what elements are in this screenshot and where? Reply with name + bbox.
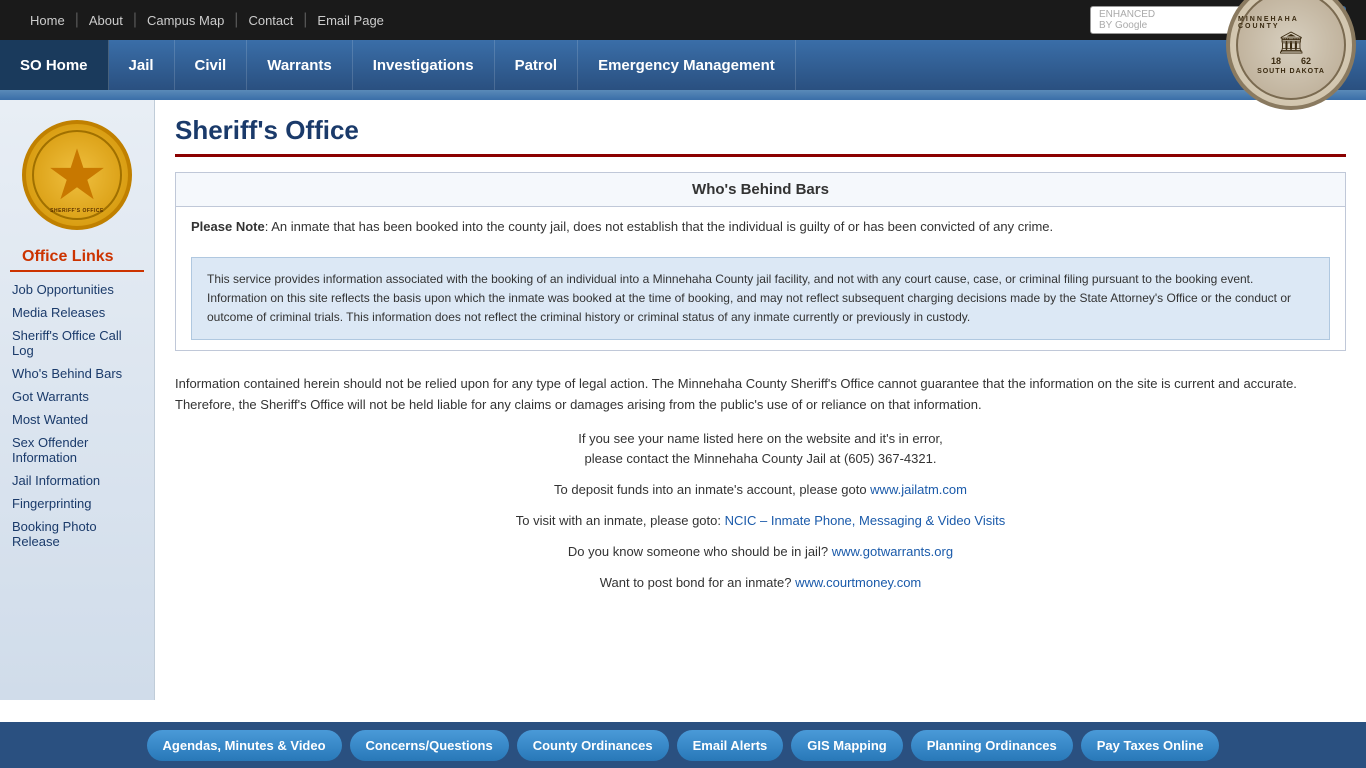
nav-investigations[interactable]: Investigations [353,40,495,90]
office-links-title: Office Links [10,240,144,272]
bond-text: Want to post bond for an inmate? [600,575,795,590]
deposit-line: To deposit funds into an inmate's accoun… [175,475,1346,506]
sidebar-media-releases[interactable]: Media Releases [0,301,154,324]
footer-county-ordinances[interactable]: County Ordinances [517,730,669,761]
warrant-link[interactable]: www.gotwarrants.org [832,544,953,559]
sheriff-badge-logo: ★ SHERIFF'S OFFICE [0,110,154,240]
nav-so-home[interactable]: SO Home [0,40,109,90]
header-accent [0,90,1366,100]
footer-planning-ordinances[interactable]: Planning Ordinances [911,730,1073,761]
seal-bottom-text: SOUTH DAKOTA [1257,68,1325,75]
error-contact-line: If you see your name listed here on the … [175,424,1346,476]
page-title: Sheriff's Office [175,115,1346,157]
visit-text: To visit with an inmate, please goto: [516,513,725,528]
sidebar-job-opportunities[interactable]: Job Opportunities [0,278,154,301]
footer-agendas[interactable]: Agendas, Minutes & Video [147,730,342,761]
main-content: ★ SHERIFF'S OFFICE Office Links Job Oppo… [0,100,1366,700]
footer-pay-taxes[interactable]: Pay Taxes Online [1081,730,1220,761]
nav-patrol[interactable]: Patrol [495,40,579,90]
error-line1: If you see your name listed here on the … [578,431,943,446]
sidebar-whos-behind-bars[interactable]: Who's Behind Bars [0,362,154,385]
sidebar-call-log[interactable]: Sheriff's Office Call Log [0,324,154,362]
whos-behind-bars-section: Who's Behind Bars Please Note: An inmate… [175,172,1346,351]
nav-civil[interactable]: Civil [175,40,248,90]
sidebar-jail-info[interactable]: Jail Information [0,469,154,492]
home-link[interactable]: Home [20,13,75,28]
visit-link[interactable]: NCIC – Inmate Phone, Messaging & Video V… [725,513,1006,528]
sidebar-got-warrants[interactable]: Got Warrants [0,385,154,408]
top-bar: Home | About | Campus Map | Contact | Em… [0,0,1366,40]
footer-concerns[interactable]: Concerns/Questions [350,730,509,761]
nav-emergency-management[interactable]: Emergency Management [578,40,796,90]
star-icon: ★ [46,140,109,210]
warrant-text: Do you know someone who should be in jai… [568,544,832,559]
nav-jail[interactable]: Jail [109,40,175,90]
bond-line: Want to post bond for an inmate? www.cou… [175,568,1346,599]
note-text: : An inmate that has been booked into th… [265,219,1053,234]
error-line2: please contact the Minnehaha County Jail… [585,451,937,466]
sidebar-sex-offender[interactable]: Sex Offender Information [0,431,154,469]
about-link[interactable]: About [79,13,133,28]
top-navigation: Home | About | Campus Map | Contact | Em… [20,11,394,29]
nav-warrants[interactable]: Warrants [247,40,352,90]
warrant-line: Do you know someone who should be in jai… [175,537,1346,568]
footer-gis-mapping[interactable]: GIS Mapping [791,730,902,761]
seal-top-text: MINNEHAHA COUNTY [1238,16,1344,30]
footer-bar: Agendas, Minutes & Video Concerns/Questi… [0,722,1366,768]
info-paragraph: Information contained herein should not … [175,366,1346,424]
wbb-heading: Who's Behind Bars [176,173,1345,207]
seal-building-icon: 🏛 [1277,30,1305,56]
contact-link[interactable]: Contact [238,13,303,28]
deposit-text: To deposit funds into an inmate's accoun… [554,482,870,497]
note-label: Please Note [191,219,265,234]
seal-years: 18 62 [1271,56,1311,66]
bond-link[interactable]: www.courtmoney.com [795,575,921,590]
visit-line: To visit with an inmate, please goto: NC… [175,506,1346,537]
main-navigation: SO Home Jail Civil Warrants Investigatio… [0,40,1366,90]
wbb-note: Please Note: An inmate that has been boo… [176,207,1345,247]
disclaimer-box: This service provides information associ… [191,257,1330,341]
footer-email-alerts[interactable]: Email Alerts [677,730,784,761]
sheriff-badge: ★ SHERIFF'S OFFICE [22,120,132,230]
badge-text: SHERIFF'S OFFICE [50,208,104,214]
county-seal: MINNEHAHA COUNTY 🏛 18 62 SOUTH DAKOTA [1226,0,1356,110]
content-area: Sheriff's Office Who's Behind Bars Pleas… [155,100,1366,700]
campus-map-link[interactable]: Campus Map [137,13,234,28]
google-label: ENHANCED BY Google [1099,9,1168,31]
email-page-link[interactable]: Email Page [307,13,393,28]
deposit-link[interactable]: www.jailatm.com [870,482,967,497]
sidebar-booking-photo[interactable]: Booking Photo Release [0,515,154,553]
sidebar-most-wanted[interactable]: Most Wanted [0,408,154,431]
sidebar: ★ SHERIFF'S OFFICE Office Links Job Oppo… [0,100,155,700]
sidebar-fingerprinting[interactable]: Fingerprinting [0,492,154,515]
